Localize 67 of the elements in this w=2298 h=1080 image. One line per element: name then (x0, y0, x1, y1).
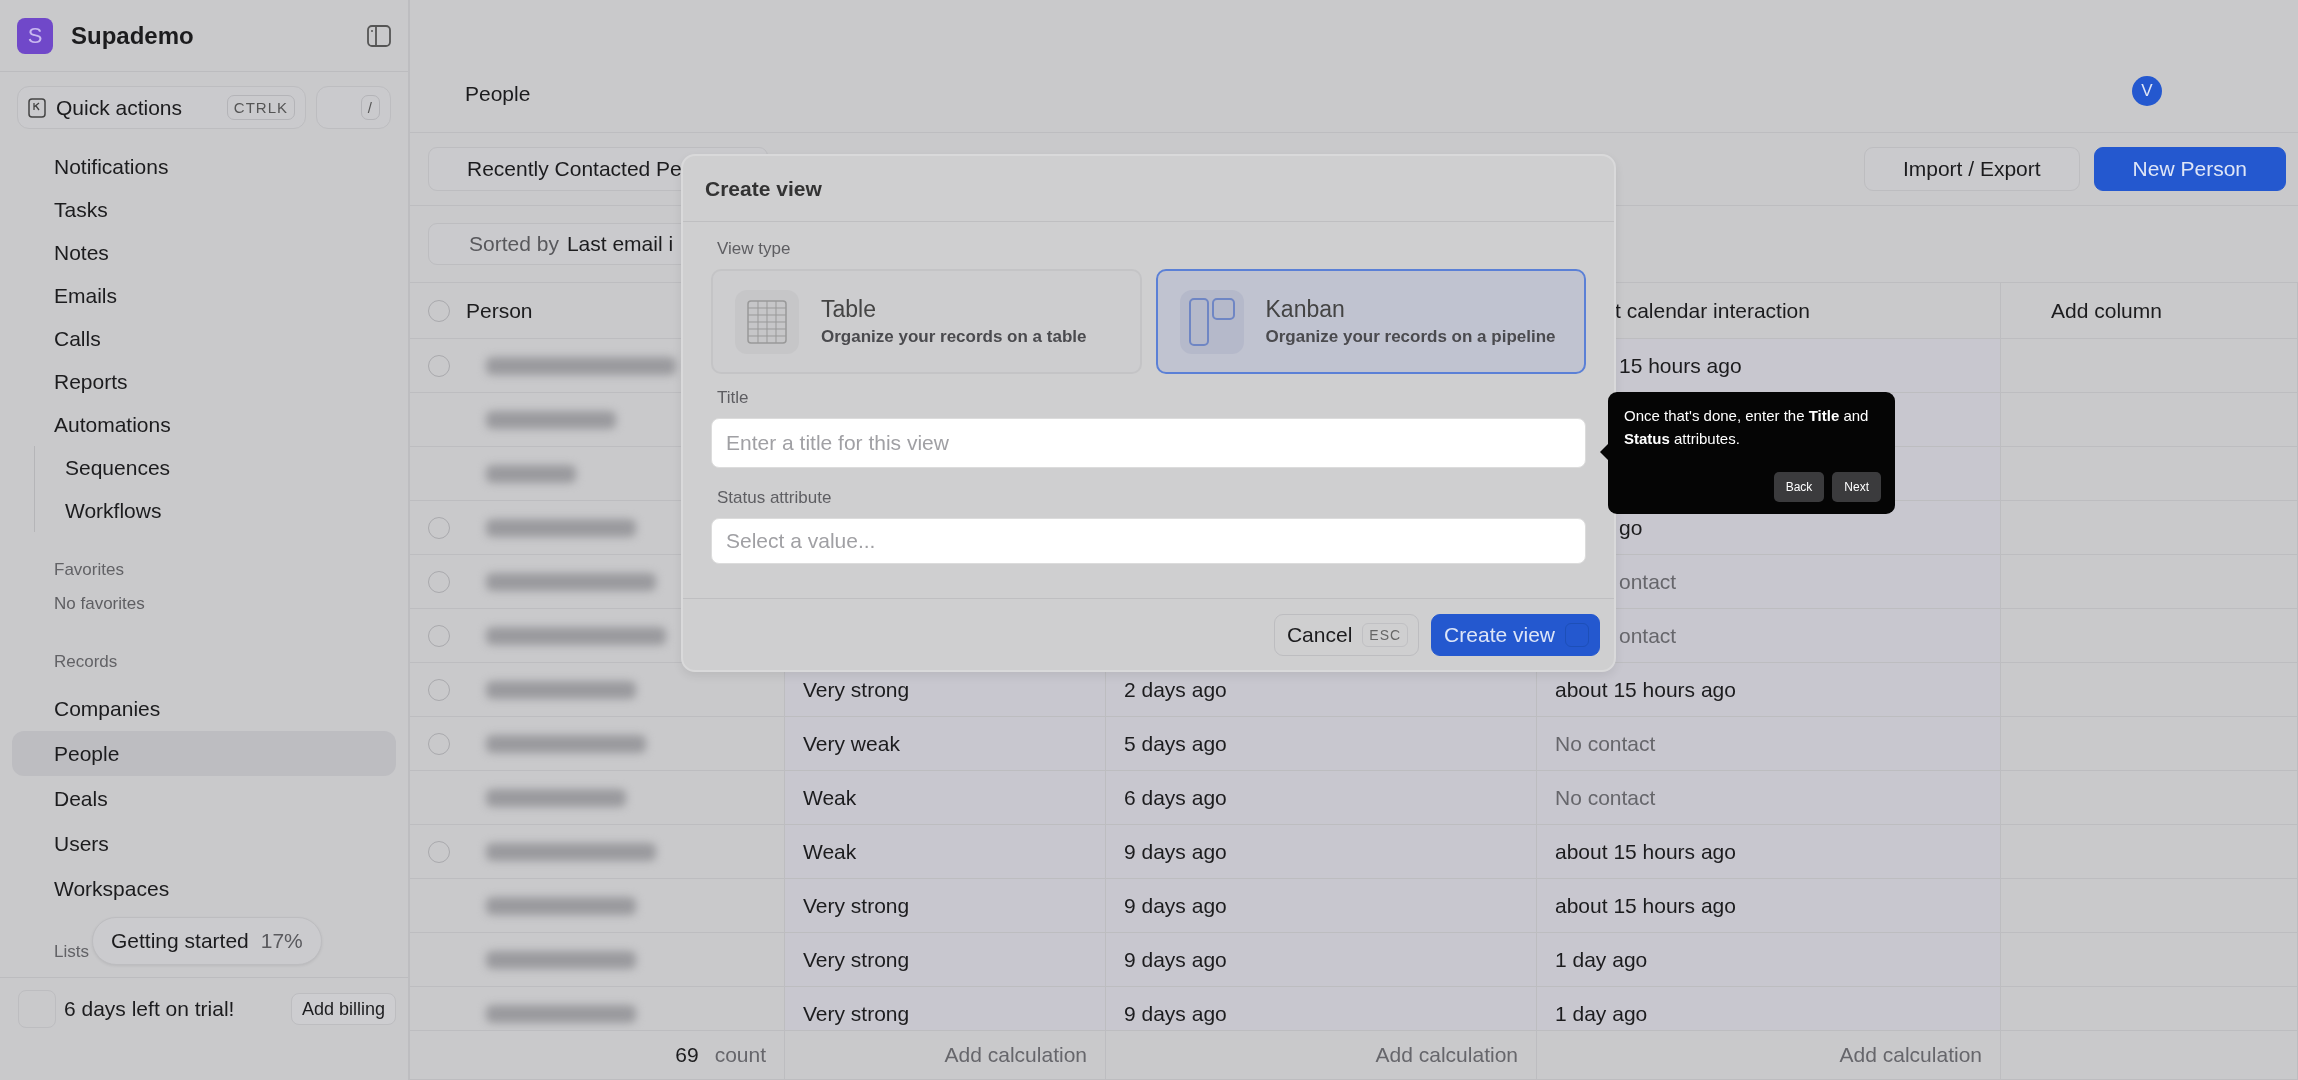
status-select[interactable]: Select a value... (711, 518, 1586, 564)
nav-item[interactable]: Sequences (35, 446, 396, 489)
field-label: Title (717, 388, 749, 408)
create-view-button[interactable]: Create view (1431, 613, 1600, 656)
section-heading: Records (54, 652, 118, 672)
table-cell: Weak (785, 825, 1106, 879)
table-cell: No contact (1537, 771, 2001, 825)
column-title: Person (466, 298, 533, 323)
sidebar-toggle-icon[interactable] (367, 24, 391, 47)
shortcut-key: CTRLK (226, 95, 295, 120)
table-cell: Weak (785, 771, 1106, 825)
trial-text: 6 days left on trial! (64, 997, 236, 1021)
next-button[interactable]: Next (1832, 472, 1881, 502)
search-shortcut-button[interactable]: / (316, 86, 391, 129)
cancel-button[interactable]: Cancel ESC (1273, 613, 1420, 656)
nav-item[interactable]: Deals (12, 776, 396, 821)
breadcrumb: People (465, 82, 532, 106)
nav-item[interactable]: Tasks (12, 188, 396, 231)
nav-item[interactable]: People (12, 731, 396, 776)
keyboard-key-icon (28, 97, 46, 118)
table-cell: about 15 hours ago (1537, 825, 2001, 879)
table-cell: 9 days ago (1106, 933, 1537, 987)
nav-item[interactable]: Notes (12, 231, 396, 274)
table-cell: 9 days ago (1106, 987, 1537, 1030)
table-cell: Very strong (785, 933, 1106, 987)
table-cell: 9 days ago (1106, 879, 1537, 933)
table-cell: Very strong (785, 879, 1106, 933)
table-cell: No contact (1537, 717, 2001, 771)
add-column-button[interactable]: Add column (2001, 283, 2298, 339)
new-button[interactable]: New Person (2093, 147, 2286, 191)
title-field[interactable]: Enter a title for this view (711, 418, 1586, 468)
field-label: View type (717, 239, 791, 259)
section-heading: Lists (54, 942, 89, 962)
table-cell: 1 day ago (1537, 987, 2001, 1030)
table-cell: Very strong (785, 987, 1106, 1030)
table-cell: 5 days ago (1106, 717, 1537, 771)
field-label: Status attribute (717, 488, 832, 508)
nav-item[interactable]: Workspaces (12, 866, 396, 911)
table-cell: about 15 hours ago (1537, 879, 2001, 933)
nav-item[interactable]: Reports (12, 360, 396, 403)
table-cell: 9 days ago (1106, 825, 1537, 879)
record-count: 69 count (410, 1031, 785, 1080)
nav-item[interactable]: Workflows (35, 489, 396, 532)
table-icon (747, 299, 787, 344)
kanban-icon (1188, 297, 1235, 346)
table-cell: 1 day ago (1537, 933, 2001, 987)
nav-item[interactable]: Calls (12, 317, 396, 360)
nav-item[interactable]: Automations (12, 403, 396, 446)
tooltip-text: Once that's done, enter the Title and Status attributes. (1624, 406, 1870, 449)
nav-item[interactable]: Companies (12, 686, 396, 731)
getting-started-button[interactable]: Getting started 17% (92, 917, 322, 965)
empty-text: No favorites (54, 594, 145, 614)
section-heading: Favorites (54, 560, 124, 580)
table-cell: 6 days ago (1106, 771, 1537, 825)
add-billing-button[interactable]: Add billing (290, 993, 396, 1025)
import-export-button[interactable]: Import / Export (1863, 147, 2080, 191)
view-type-option[interactable]: Table Organize your records on a table (711, 269, 1142, 374)
table-cell: about 15 hours ago (1537, 663, 2001, 717)
shortcut-key: / (360, 95, 380, 120)
nav-item[interactable]: Emails (12, 274, 396, 317)
quick-actions-button[interactable]: Quick actions CTRLK (17, 86, 306, 129)
table-cell: Very weak (785, 717, 1106, 771)
nav-item[interactable]: Users (12, 821, 396, 866)
nav-item[interactable]: Notifications (12, 145, 396, 188)
user-avatar[interactable]: V (2132, 76, 2162, 106)
back-button[interactable]: Back (1773, 472, 1825, 502)
workspace-name: Supademo (71, 21, 195, 50)
